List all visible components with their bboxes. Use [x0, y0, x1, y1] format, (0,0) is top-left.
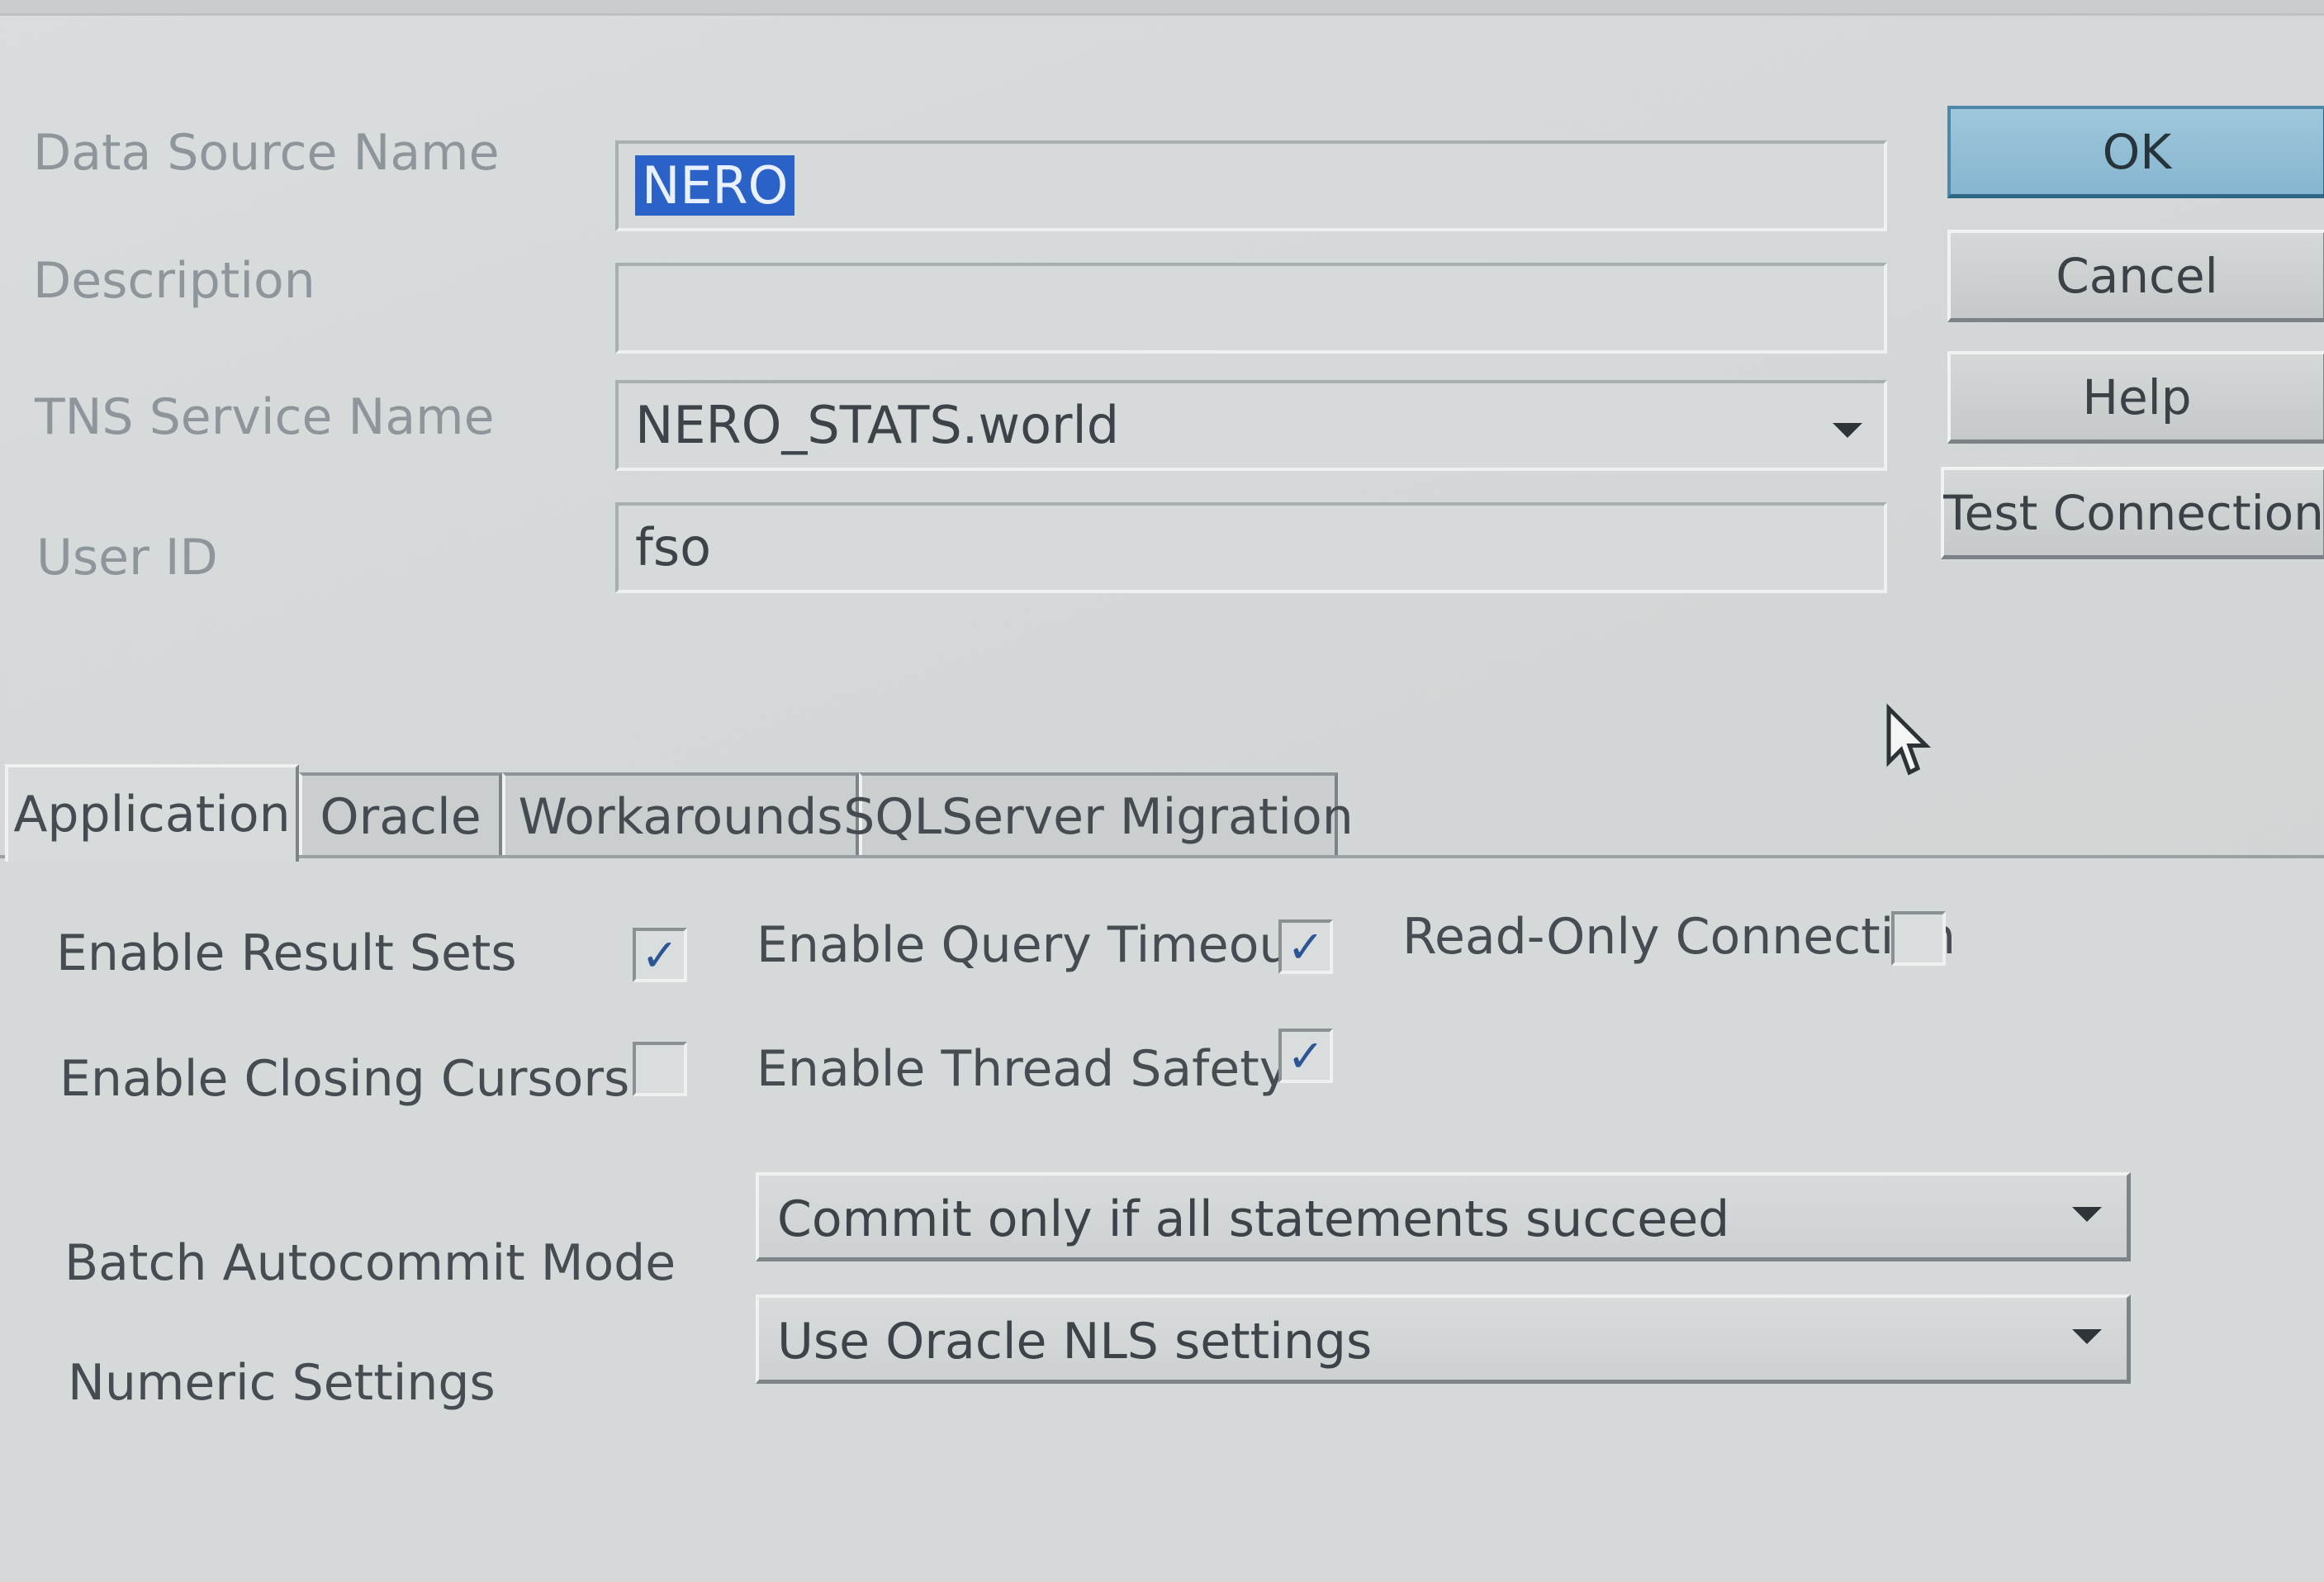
batch-autocommit-mode-label: Batch Autocommit Mode: [64, 1234, 676, 1292]
chevron-down-icon[interactable]: [2072, 1207, 2102, 1222]
test-connection-button[interactable]: Test Connection: [1941, 467, 2324, 559]
enable-closing-cursors-checkbox[interactable]: [633, 1042, 687, 1096]
ok-button[interactable]: OK: [1947, 106, 2324, 198]
description-label: Description: [33, 252, 315, 310]
description-field[interactable]: [615, 263, 1887, 354]
application-tab-panel: Enable Result Sets ✓ Enable Query Timeou…: [0, 855, 2324, 1582]
data-source-name-label: Data Source Name: [33, 124, 500, 182]
numeric-settings-label: Numeric Settings: [68, 1354, 496, 1412]
enable-query-timeout-checkbox[interactable]: ✓: [1278, 919, 1333, 974]
enable-closing-cursors-label: Enable Closing Cursors: [59, 1050, 630, 1108]
enable-result-sets-label: Enable Result Sets: [56, 924, 517, 982]
enable-query-timeout-label: Enable Query Timeout: [756, 916, 1310, 974]
data-source-name-value: NERO: [635, 155, 795, 216]
user-id-value: fso: [635, 517, 712, 577]
tns-service-name-label: TNS Service Name: [35, 388, 495, 446]
enable-result-sets-checkbox[interactable]: ✓: [633, 928, 687, 982]
read-only-connection-label: Read-Only Connection: [1402, 908, 1956, 966]
tns-service-name-combobox[interactable]: NERO_STATS.world: [615, 380, 1887, 471]
tab-strip: Application Oracle Workarounds SQLServer…: [0, 764, 2324, 862]
tab-workarounds[interactable]: Workarounds: [502, 772, 859, 858]
cancel-button[interactable]: Cancel: [1947, 230, 2324, 322]
checkmark-icon: ✓: [1287, 920, 1325, 973]
batch-autocommit-mode-value: Commit only if all statements succeed: [777, 1190, 1730, 1248]
tab-oracle[interactable]: Oracle: [299, 772, 502, 858]
checkmark-icon: ✓: [1287, 1029, 1325, 1082]
tns-service-name-value: NERO_STATS.world: [635, 395, 1120, 455]
tab-sqlserver-migration[interactable]: SQLServer Migration: [843, 772, 1354, 858]
help-button[interactable]: Help: [1947, 351, 2324, 444]
user-id-label: User ID: [36, 529, 218, 587]
read-only-connection-checkbox[interactable]: [1891, 911, 1946, 966]
user-id-field[interactable]: fso: [615, 502, 1887, 593]
data-source-name-field[interactable]: NERO: [615, 140, 1887, 231]
enable-thread-safety-label: Enable Thread Safety: [756, 1040, 1289, 1098]
numeric-settings-value: Use Oracle NLS settings: [777, 1313, 1373, 1371]
batch-autocommit-mode-select[interactable]: Commit only if all statements succeed: [756, 1172, 2131, 1261]
checkmark-icon: ✓: [641, 929, 679, 981]
data-source-name-selected-text: NERO: [635, 155, 795, 216]
chevron-down-icon[interactable]: [2072, 1329, 2102, 1344]
odbc-driver-configuration-dialog: Data Source Name NERO Description TNS Se…: [0, 0, 2324, 1582]
chevron-down-icon[interactable]: [1833, 423, 1862, 438]
enable-thread-safety-checkbox[interactable]: ✓: [1278, 1029, 1333, 1083]
dialog-top-edge: [0, 0, 2324, 16]
tab-application[interactable]: Application: [5, 764, 299, 862]
numeric-settings-select[interactable]: Use Oracle NLS settings: [756, 1295, 2131, 1384]
